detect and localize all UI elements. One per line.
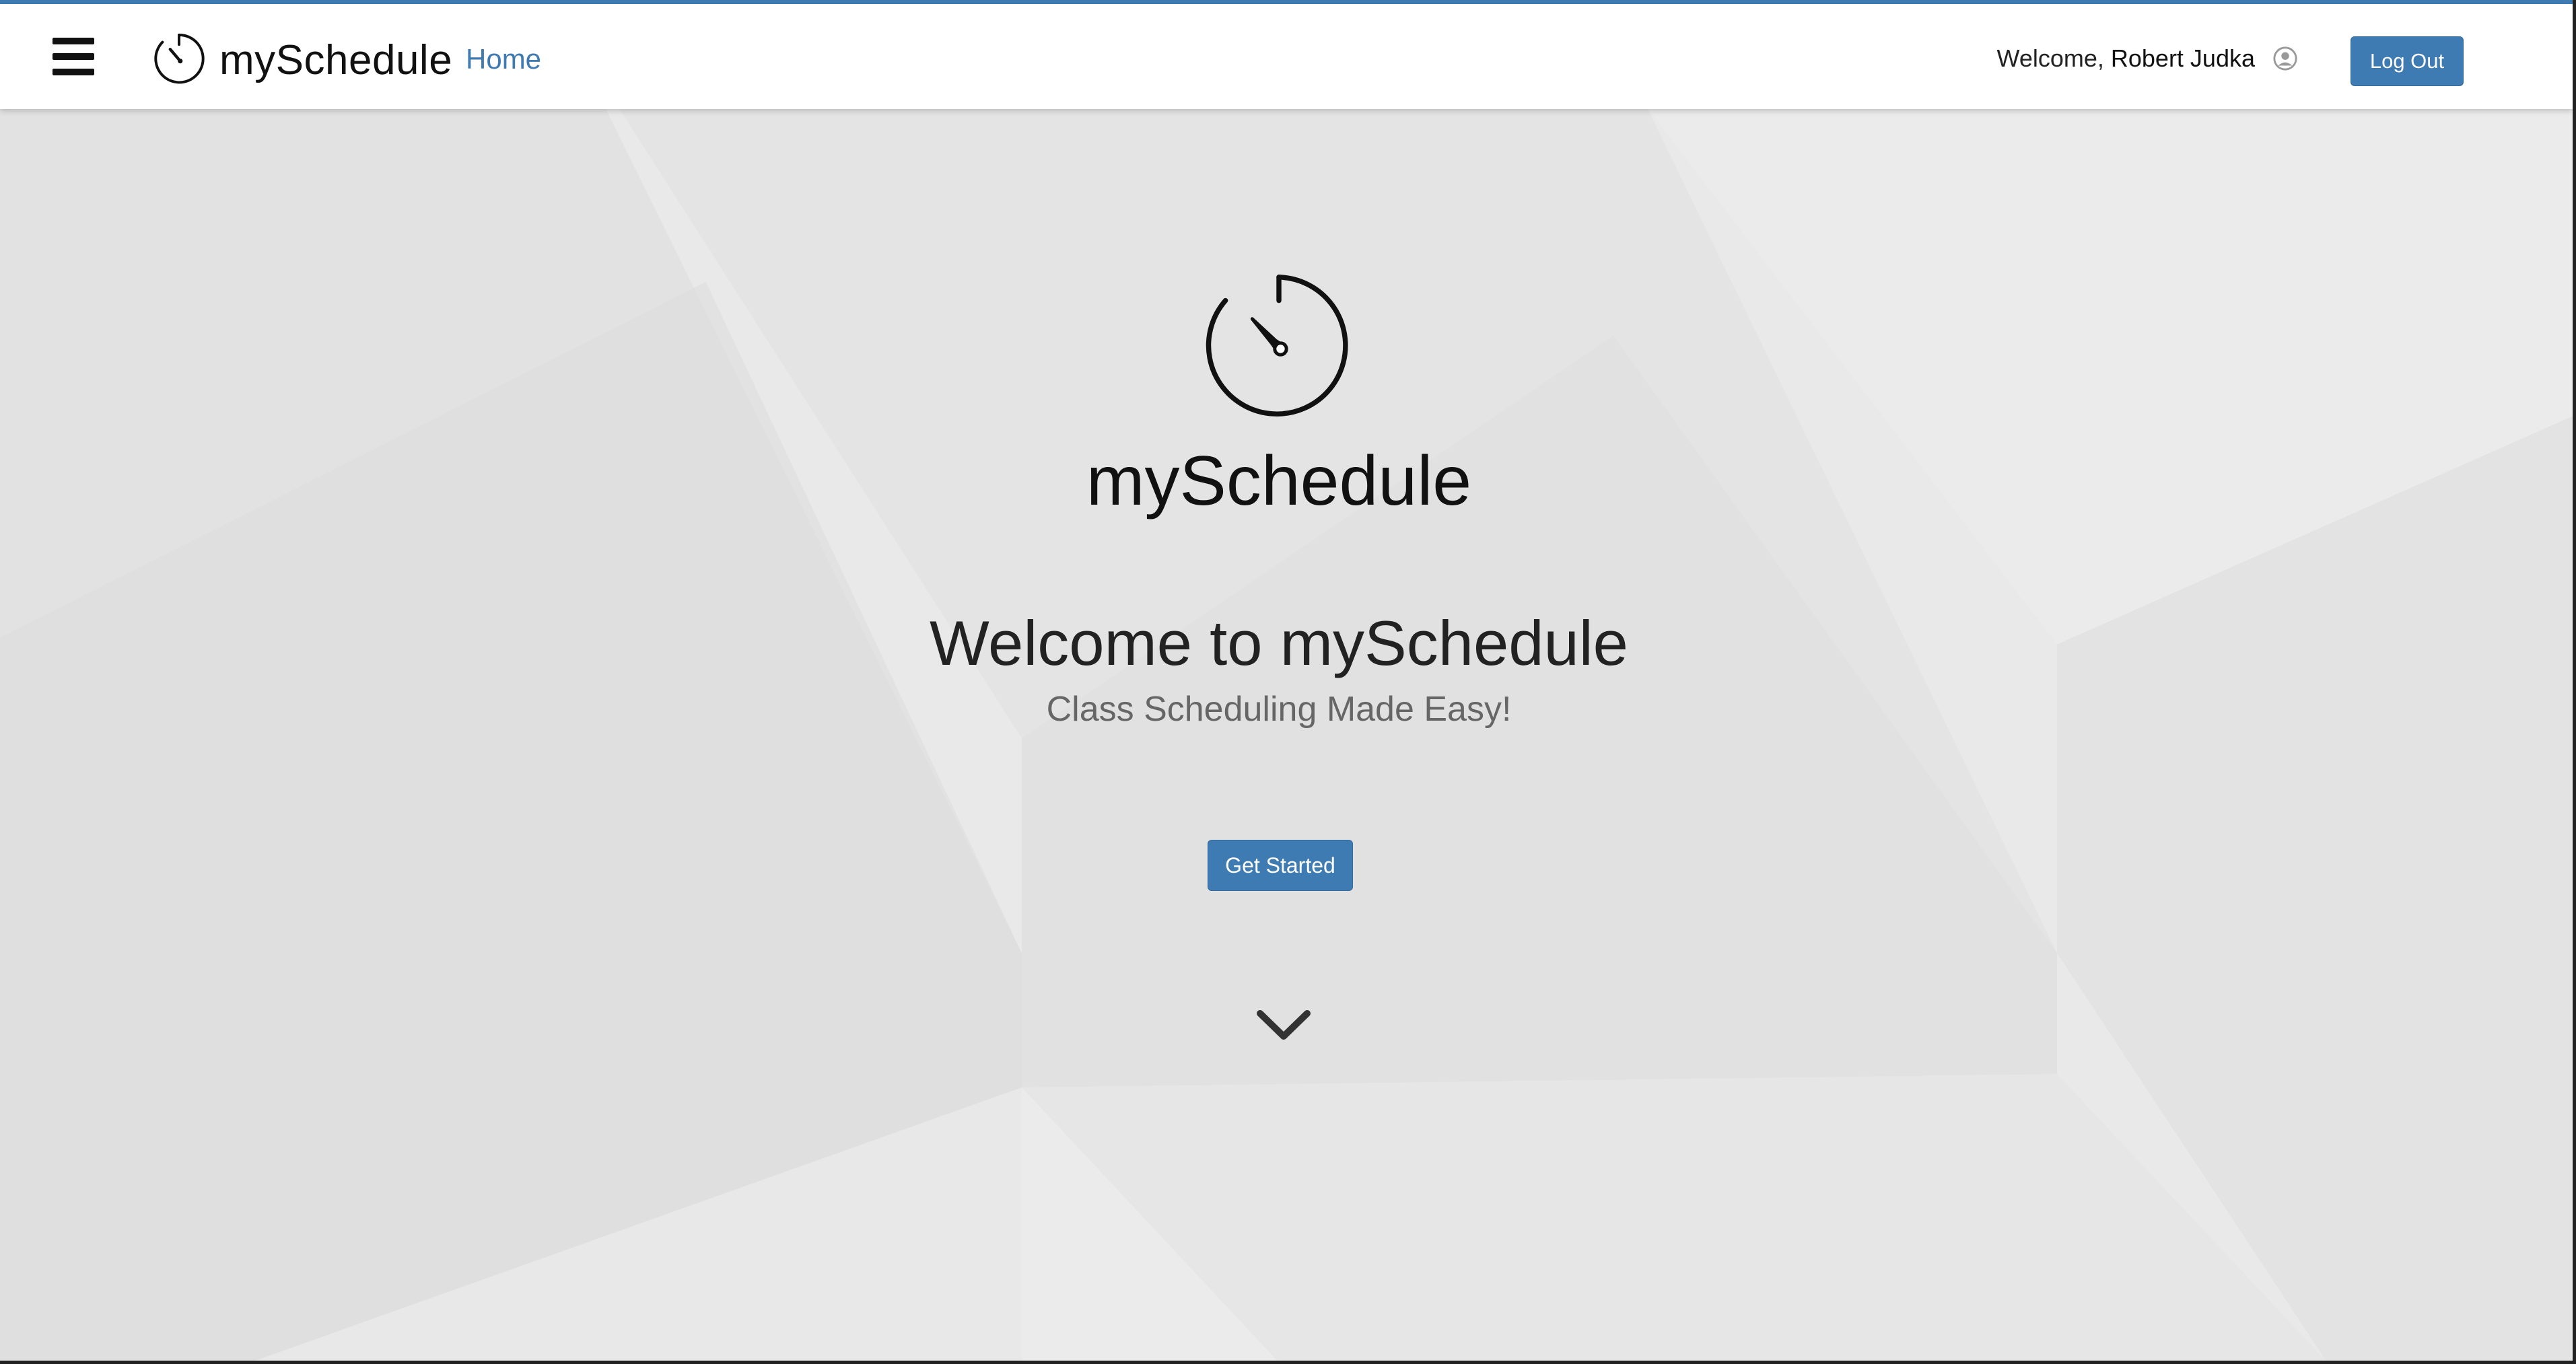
stopwatch-logo-icon xyxy=(1206,275,1348,417)
welcome-message: Welcome, Robert Judka xyxy=(1996,44,2298,73)
nav-home-link[interactable]: Home xyxy=(466,43,541,75)
chevron-down-icon[interactable] xyxy=(1253,1001,1314,1048)
hero-title: Welcome to mySchedule xyxy=(930,608,1628,678)
user-avatar-icon[interactable] xyxy=(2272,46,2298,71)
logout-button[interactable]: Log Out xyxy=(2351,36,2464,86)
get-started-button[interactable]: Get Started xyxy=(1208,840,1353,891)
hero-subtitle: Class Scheduling Made Easy! xyxy=(1046,690,1512,729)
hero-section: mySchedule Welcome to mySchedule Class S… xyxy=(0,109,2573,1361)
brand-name: mySchedule xyxy=(219,36,453,83)
welcome-prefix: Welcome, xyxy=(1996,44,2104,72)
top-navbar: mySchedule Home Welcome, Robert Judka Lo… xyxy=(0,0,2573,109)
hero-brand-name: mySchedule xyxy=(1086,442,1472,520)
hamburger-menu-icon[interactable] xyxy=(53,38,94,75)
page: mySchedule Home Welcome, Robert Judka Lo… xyxy=(0,0,2576,1364)
user-name: Robert Judka xyxy=(2110,44,2255,72)
brand-logo[interactable]: mySchedule xyxy=(149,31,452,89)
stopwatch-logo-icon xyxy=(154,34,205,84)
